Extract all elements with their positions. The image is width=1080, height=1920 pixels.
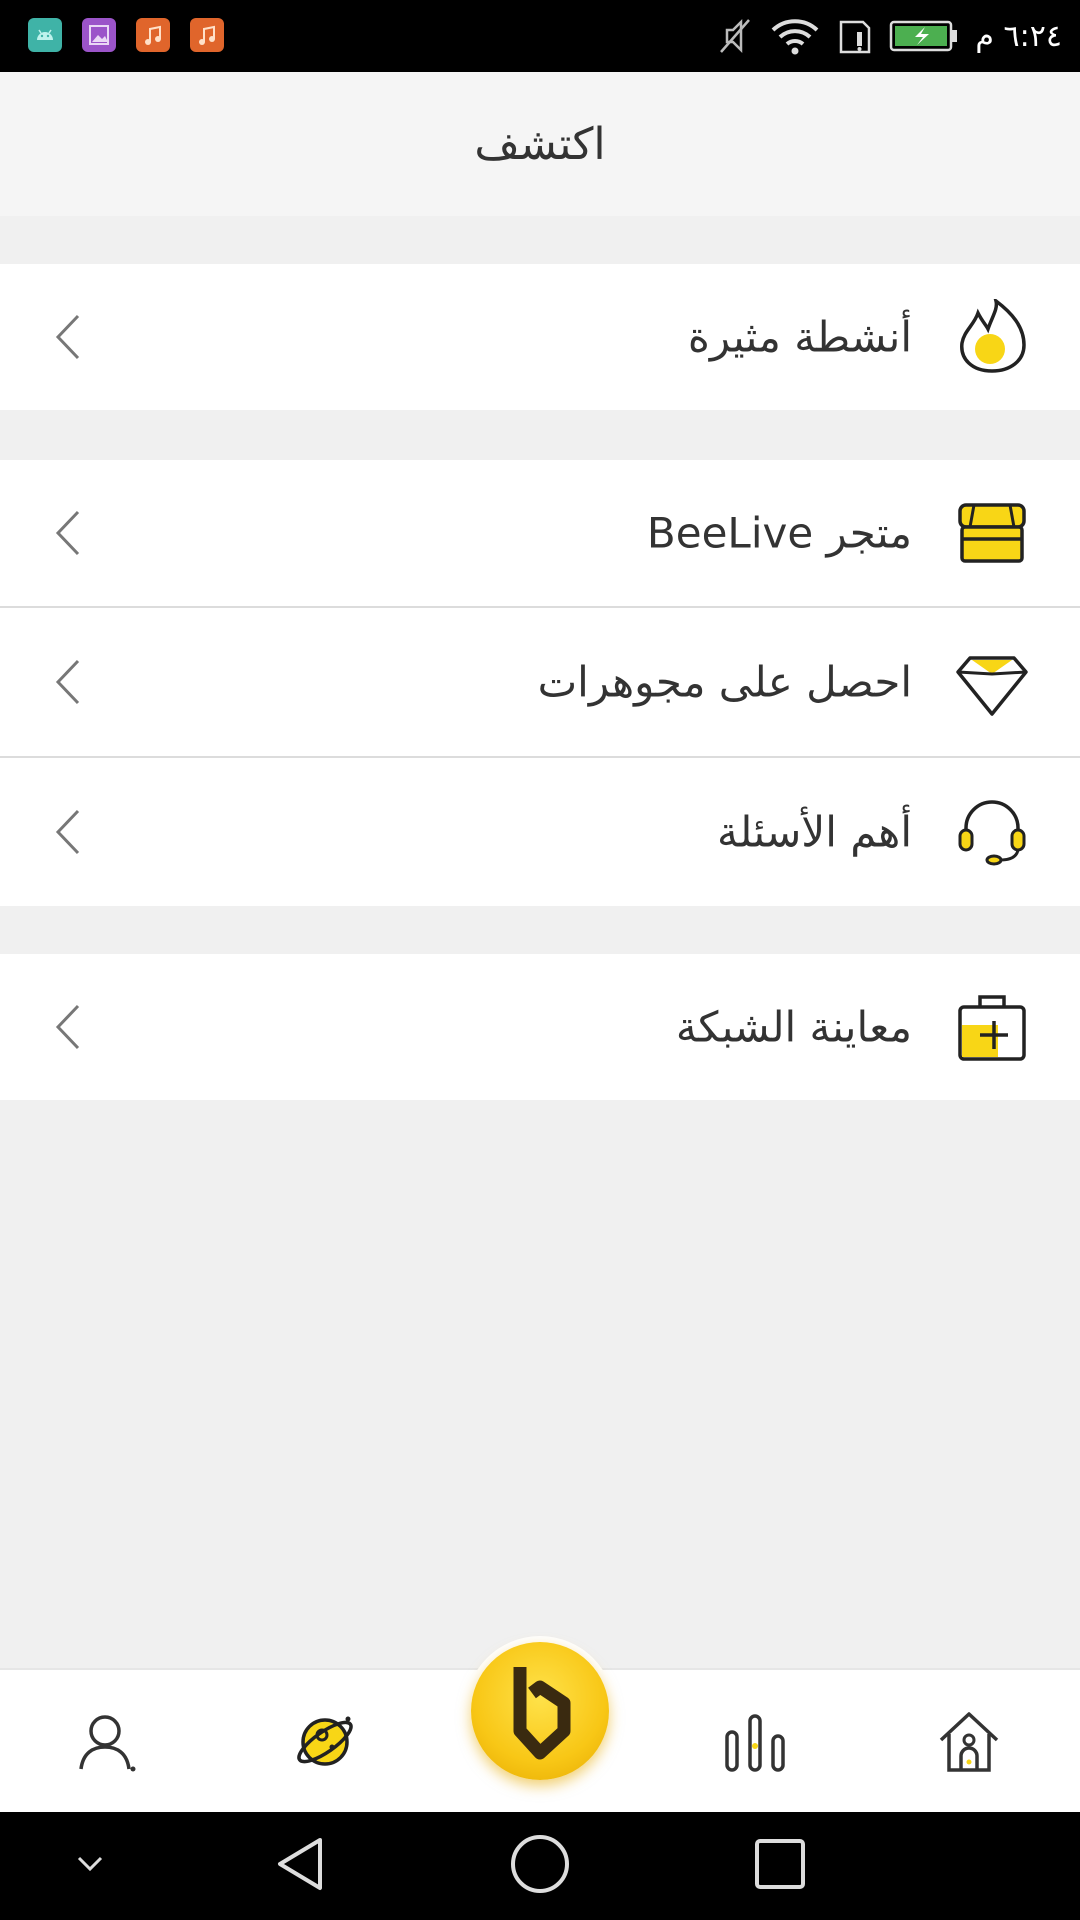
menu-item-exciting-activities[interactable]: أنشطة مثيرة: [0, 264, 1080, 410]
flame-icon: [954, 299, 1030, 375]
music-notification-icon: [190, 18, 224, 52]
menu-item-label: أنشطة مثيرة: [687, 312, 912, 362]
sim-icon: [837, 16, 873, 56]
chevron-down-icon: [75, 1854, 105, 1878]
diamond-icon: [954, 644, 1030, 720]
music-notification-icon: [136, 18, 170, 52]
discover-planet-icon: [292, 1709, 358, 1775]
home-system-button[interactable]: [500, 1812, 580, 1920]
recents-button[interactable]: [740, 1812, 820, 1920]
menu-item-label: متجر BeeLive: [646, 508, 912, 558]
android-notification-icon: [28, 18, 62, 52]
nav-discover[interactable]: [260, 1670, 390, 1814]
chevron-left-icon: [52, 657, 82, 707]
battery-charging-icon: [889, 19, 959, 53]
beelive-center-button[interactable]: [465, 1636, 615, 1786]
hide-keyboard-button[interactable]: [60, 1812, 120, 1920]
nav-ranking[interactable]: [690, 1670, 820, 1814]
header: اكتشف: [0, 72, 1080, 216]
menu-item-faq[interactable]: أهم الأسئلة: [0, 758, 1080, 906]
menu-item-label: احصل على مجوهرات: [537, 657, 912, 707]
home-icon: [937, 1710, 1001, 1774]
chevron-left-icon: [52, 807, 82, 857]
chevron-left-icon: [52, 312, 82, 362]
wifi-icon: [769, 16, 821, 56]
ranking-icon: [723, 1710, 787, 1774]
menu-item-get-gems[interactable]: احصل على مجوهرات: [0, 608, 1080, 756]
nav-home[interactable]: [904, 1670, 1034, 1814]
mute-icon: [717, 16, 753, 56]
back-button[interactable]: [260, 1812, 340, 1920]
menu-item-network-preview[interactable]: معاينة الشبكة: [0, 954, 1080, 1100]
headset-icon: [954, 794, 1030, 870]
gallery-notification-icon: [82, 18, 116, 52]
profile-icon: [77, 1711, 137, 1773]
page-title: اكتشف: [474, 118, 606, 170]
chevron-left-icon: [52, 1002, 82, 1052]
status-bar: ٦:٢٤ م: [0, 0, 1080, 72]
home-circle-icon: [509, 1833, 571, 1899]
chevron-left-icon: [52, 508, 82, 558]
status-time: ٦:٢٤ م: [975, 18, 1062, 54]
menu-item-label: معاينة الشبكة: [675, 1002, 912, 1052]
menu-item-beelive-store[interactable]: متجر BeeLive: [0, 460, 1080, 606]
system-navigation-bar: [0, 1812, 1080, 1920]
beelive-logo-icon: [471, 1642, 609, 1780]
medkit-icon: [954, 989, 1030, 1065]
nav-profile[interactable]: [42, 1670, 172, 1814]
back-triangle-icon: [272, 1834, 328, 1898]
recents-square-icon: [753, 1837, 807, 1895]
store-icon: [954, 495, 1030, 571]
menu-item-label: أهم الأسئلة: [716, 807, 912, 857]
